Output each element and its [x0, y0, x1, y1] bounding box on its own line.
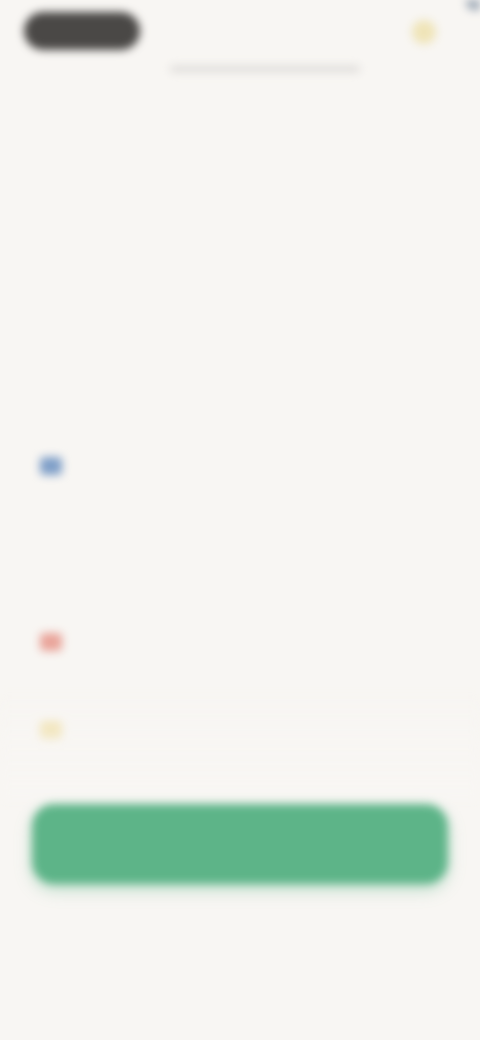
content-heading — [40, 112, 440, 138]
paragraph-6 — [40, 628, 440, 688]
paragraph-4 — [40, 452, 440, 512]
screen — [0, 0, 480, 1040]
paragraph-3 — [40, 364, 440, 424]
bottom-nav — [0, 976, 480, 1012]
back-pill-button[interactable] — [24, 12, 140, 50]
paragraph-2 — [40, 246, 440, 336]
blurred-content — [0, 0, 480, 1040]
paragraph-5 — [40, 540, 440, 600]
content-fade — [0, 690, 480, 800]
sun-icon[interactable] — [412, 20, 436, 44]
blue-badge-icon — [40, 457, 62, 475]
continue-button[interactable] — [32, 804, 448, 884]
paragraph-1 — [40, 158, 440, 218]
corner-indicator — [466, 0, 480, 10]
red-badge-icon — [40, 633, 62, 651]
header-subtitle — [170, 66, 360, 72]
